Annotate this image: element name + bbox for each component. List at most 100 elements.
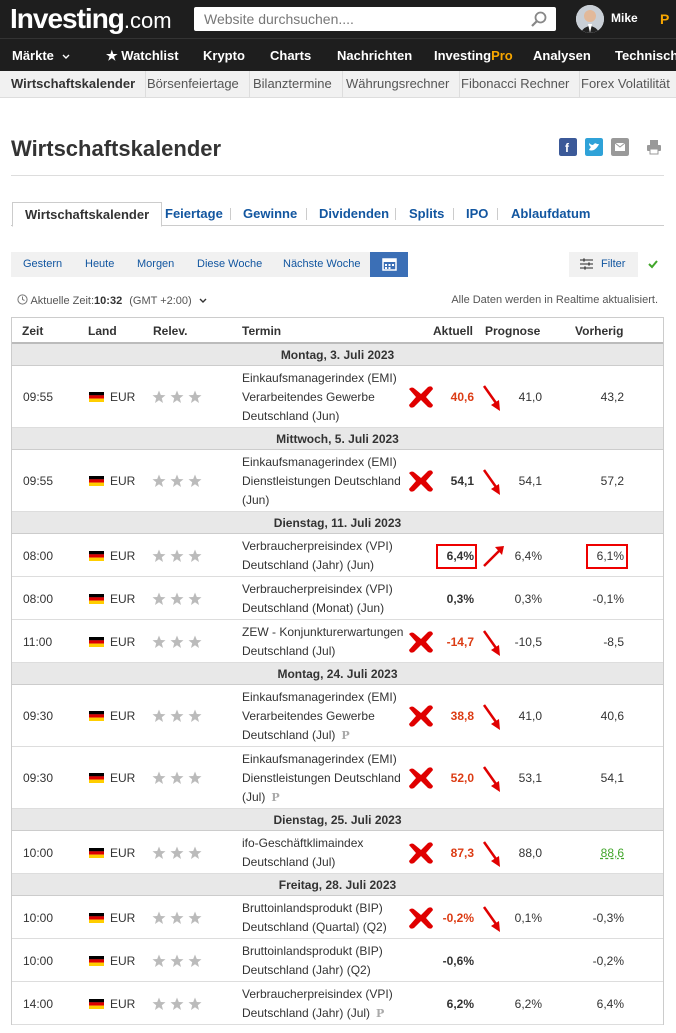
tab-ablaufdatum[interactable]: Ablaufdatum (511, 206, 590, 221)
event-name[interactable]: Verbraucherpreisindex (VPI) Deutschland (… (242, 537, 412, 575)
twitter-icon[interactable] (585, 138, 603, 156)
event-name-line: Dienstleistungen Deutschland (242, 770, 401, 785)
currency: EUR (110, 591, 136, 606)
email-icon[interactable] (611, 138, 629, 156)
investingpro-label: InvestingPro (434, 48, 513, 63)
chevron-down-icon (62, 54, 70, 59)
table-row[interactable]: 08:00 EUR Verbraucherpreisindex (VPI) Deuts… (12, 534, 663, 577)
tab-splits[interactable]: Splits (409, 206, 444, 221)
day-header: Dienstag, 11. Juli 2023 (12, 512, 663, 534)
current-time[interactable]: Aktuelle Zeit:10:32 (GMT +2:00) (17, 294, 207, 307)
nav-item-nachrichten[interactable]: Nachrichten (337, 48, 412, 63)
day-header: Mittwoch, 5. Juli 2023 (12, 428, 663, 450)
col-land[interactable]: Land (88, 318, 117, 344)
col-termin[interactable]: Termin (242, 318, 281, 344)
event-name-line: Einkaufsmanagerindex (EMI) (242, 689, 397, 704)
event-name[interactable]: Einkaufsmanagerindex (EMI) Verarbeitendes… (242, 369, 412, 426)
facebook-icon[interactable]: f (559, 138, 577, 156)
subnav-wirtschaftskalender[interactable]: Wirtschaftskalender (1, 71, 147, 97)
relevance-stars-icon (152, 549, 202, 562)
table-row[interactable]: 08:00 EUR Verbraucherpreisindex (VPI) Deuts… (12, 577, 663, 620)
nav-item-investingpro[interactable]: InvestingPro (434, 48, 513, 63)
logo[interactable]: Investing.com (10, 3, 172, 35)
filter-button[interactable]: Filter (569, 252, 638, 277)
col-prognose[interactable]: Prognose (485, 318, 540, 344)
table-row[interactable]: 09:55 EUR Einkaufsmanagerindex (EMI) Verarb… (12, 366, 663, 428)
date-naechste-woche-button[interactable]: Nächste Woche (283, 258, 360, 270)
tab-dividenden[interactable]: Dividenden (319, 206, 389, 221)
date-morgen-button[interactable]: Morgen (137, 258, 174, 270)
col-zeit[interactable]: Zeit (22, 318, 43, 344)
nav-item-technisch[interactable]: Technisch (615, 48, 676, 63)
event-time: 10:00 (23, 845, 54, 860)
previous-value: 57,2 (600, 474, 624, 488)
forecast-value: 41,0 (518, 390, 542, 404)
event-name[interactable]: Bruttoinlandsprodukt (BIP) Deutschland (J… (242, 942, 412, 980)
user-name[interactable]: Mike (611, 11, 638, 25)
table-row[interactable]: 10:00 EUR Bruttoinlandsprodukt (BIP) Deutsc… (12, 896, 663, 939)
table-row[interactable]: 09:30 EUR Einkaufsmanagerindex (EMI) Verarb… (12, 685, 663, 747)
previous-value: -0,1% (592, 591, 624, 606)
date-gestern-button[interactable]: Gestern (23, 258, 62, 270)
date-diese-woche-button[interactable]: Diese Woche (197, 258, 262, 270)
filter-icon (580, 258, 593, 270)
nav-item-analysen[interactable]: Analysen (533, 48, 591, 63)
actual-value: -14,7 (446, 634, 474, 649)
event-name[interactable]: Bruttoinlandsprodukt (BIP) Deutschland (Q… (242, 899, 412, 937)
tab-wirtschaftskalender[interactable]: Wirtschaftskalender (12, 202, 163, 227)
nav-item-charts[interactable]: Charts (270, 48, 311, 63)
currency: EUR (110, 771, 136, 785)
event-name[interactable]: Einkaufsmanagerindex (EMI) Dienstleistung… (242, 750, 412, 807)
event-name[interactable]: ZEW - Konjunkturerwartungen Deutschland (… (242, 623, 412, 661)
germany-flag-icon (89, 392, 104, 402)
col-aktuell[interactable]: Aktuell (433, 318, 473, 344)
tab-separator (395, 208, 396, 220)
event-name-line: Deutschland (Quartal) (Q2) (242, 919, 387, 934)
tab-gewinne[interactable]: Gewinne (243, 206, 297, 221)
previous-value: 40,6 (600, 709, 624, 723)
subnav-boersenfeiertage[interactable]: Börsenfeiertage (137, 71, 250, 97)
subnav-fibonacci-rechner[interactable]: Fibonacci Rechner (451, 71, 581, 97)
event-name[interactable]: Einkaufsmanagerindex (EMI) Dienstleistung… (242, 453, 412, 510)
date-heute-button[interactable]: Heute (85, 258, 114, 270)
tab-feiertage[interactable]: Feiertage (165, 206, 223, 221)
nav-item-watchlist[interactable]: ★ Watchlist (106, 48, 179, 64)
print-icon[interactable] (645, 138, 663, 156)
event-name[interactable]: Verbraucherpreisindex (VPI) Deutschland (… (242, 985, 412, 1023)
page-title: Wirtschaftskalender (11, 136, 222, 161)
avatar[interactable] (576, 5, 604, 33)
event-name-line: Verarbeitendes Gewerbe (242, 708, 375, 723)
subnav-bilanztermine[interactable]: Bilanztermine (243, 71, 343, 97)
nav-item-maerkte[interactable]: Märkte (12, 48, 70, 63)
forecast-value: 53,1 (518, 771, 542, 785)
event-name[interactable]: ifo-Geschäftklimaindex Deutschland (Jul) (242, 834, 412, 872)
table-row[interactable]: 10:00 EUR Bruttoinlandsprodukt (BIP) Deutsc… (12, 939, 663, 982)
event-time: 10:00 (23, 953, 54, 968)
investingpro-icon[interactable]: P (660, 11, 676, 27)
nav-item-krypto[interactable]: Krypto (203, 48, 245, 63)
table-row[interactable]: 11:00 EUR ZEW - Konjunkturerwartungen Deuts… (12, 620, 663, 663)
search-input[interactable]: Website durchsuchen.... (194, 7, 556, 31)
subnav-forex-volatilitaet[interactable]: Forex Volatilität (571, 71, 676, 97)
germany-flag-icon (89, 912, 104, 923)
table-row[interactable]: 09:55 EUR Einkaufsmanagerindex (EMI) Dienst… (12, 450, 663, 512)
subnav-waehrungsrechner[interactable]: Währungsrechner (336, 71, 461, 97)
event-name[interactable]: Einkaufsmanagerindex (EMI) Verarbeitendes… (242, 688, 412, 745)
table-row[interactable]: 14:00 EUR Verbraucherpreisindex (VPI) Deuts… (12, 982, 663, 1025)
event-name[interactable]: Verbraucherpreisindex (VPI) Deutschland (… (242, 580, 412, 618)
table-row[interactable]: 09:30 EUR Einkaufsmanagerindex (EMI) Dienst… (12, 747, 663, 809)
event-name-line: Einkaufsmanagerindex (EMI) (242, 370, 397, 385)
day-header: Montag, 3. Juli 2023 (12, 344, 663, 366)
calendar-button[interactable] (370, 252, 408, 277)
day-header: Dienstag, 25. Juli 2023 (12, 809, 663, 831)
table-row[interactable]: 10:00 EUR ifo-Geschäftklimaindex Deutschlan… (12, 831, 663, 874)
event-name-line: Einkaufsmanagerindex (EMI) (242, 454, 397, 469)
col-relevanz[interactable]: Relev. (153, 318, 187, 344)
tab-ipo[interactable]: IPO (466, 206, 488, 221)
previous-value: 43,2 (600, 390, 624, 404)
forecast-value: 6,2% (514, 996, 542, 1011)
event-name-line: ifo-Geschäftklimaindex (242, 835, 364, 850)
search-icon[interactable] (530, 10, 548, 28)
event-name-line: Verbraucherpreisindex (VPI) (242, 581, 393, 596)
col-vorherig[interactable]: Vorherig (575, 318, 623, 344)
